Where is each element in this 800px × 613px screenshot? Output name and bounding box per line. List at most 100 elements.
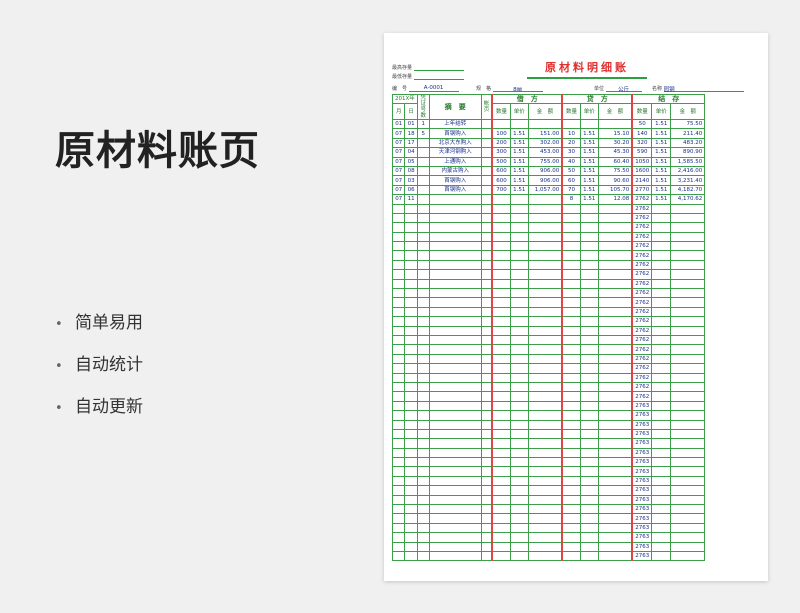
day-cell: 01 bbox=[404, 118, 418, 130]
debit-price-cell bbox=[509, 494, 529, 506]
voucher-cell bbox=[416, 372, 430, 383]
credit-amount-cell: 15.10 bbox=[597, 128, 633, 139]
page-cell bbox=[480, 334, 493, 346]
debit-qty-cell bbox=[491, 353, 511, 365]
debit-amount-cell: 453.00 bbox=[527, 147, 563, 158]
day-cell bbox=[404, 344, 418, 355]
balance-qty-cell: 1600 bbox=[631, 165, 653, 177]
month-cell bbox=[391, 259, 406, 271]
voucher-cell bbox=[416, 222, 430, 233]
balance-amount-header: 金 额 bbox=[670, 103, 706, 120]
voucher-cell bbox=[416, 513, 430, 524]
day-cell bbox=[404, 447, 418, 459]
voucher-cell: 1 bbox=[416, 118, 430, 130]
debit-qty-cell bbox=[491, 532, 511, 543]
page-cell bbox=[480, 391, 493, 402]
day-cell bbox=[404, 269, 418, 280]
ledger-row: 2763 bbox=[391, 410, 706, 421]
debit-price-cell bbox=[509, 447, 529, 459]
balance-qty-cell: 1050 bbox=[631, 156, 653, 167]
day-cell bbox=[404, 231, 418, 243]
month-header: 月 bbox=[391, 103, 406, 120]
balance-qty-cell: 2762 bbox=[631, 269, 653, 280]
month-cell: 07 bbox=[391, 165, 406, 177]
debit-qty-cell bbox=[491, 259, 511, 271]
credit-price-cell bbox=[579, 325, 599, 337]
debit-qty-cell: 600 bbox=[491, 175, 511, 186]
voucher-cell bbox=[416, 550, 430, 562]
day-cell: 11 bbox=[404, 194, 418, 205]
month-cell bbox=[391, 250, 406, 261]
summary-cell bbox=[428, 541, 482, 552]
credit-amount-cell: 90.60 bbox=[597, 175, 633, 186]
day-cell bbox=[404, 532, 418, 543]
debit-qty-cell: 500 bbox=[491, 156, 511, 167]
debit-price-cell: 1.51 bbox=[509, 128, 529, 139]
debit-price-cell bbox=[509, 353, 529, 365]
summary-cell bbox=[428, 203, 482, 214]
month-cell bbox=[391, 288, 406, 299]
credit-price-cell bbox=[579, 363, 599, 374]
debit-qty-cell: 100 bbox=[491, 128, 511, 139]
voucher-cell bbox=[416, 532, 430, 543]
balance-qty-cell: 2763 bbox=[631, 410, 653, 421]
summary-cell: 内蒙古购入 bbox=[428, 165, 482, 177]
credit-price-cell bbox=[579, 222, 599, 233]
summary-cell bbox=[428, 194, 482, 205]
page-cell bbox=[480, 522, 493, 534]
credit-price-cell bbox=[579, 288, 599, 299]
balance-qty-cell: 590 bbox=[631, 147, 653, 158]
page-cell bbox=[480, 175, 493, 186]
balance-amount-cell bbox=[670, 231, 706, 243]
debit-price-cell: 1.51 bbox=[509, 147, 529, 158]
debit-amount-cell: 151.00 bbox=[527, 128, 563, 139]
balance-price-cell bbox=[651, 494, 672, 506]
credit-amount-cell bbox=[597, 457, 633, 468]
credit-amount-cell bbox=[597, 419, 633, 430]
debit-qty-cell bbox=[491, 344, 511, 355]
voucher-cell bbox=[416, 147, 430, 158]
credit-qty-cell bbox=[561, 419, 581, 430]
balance-qty-cell: 2763 bbox=[631, 494, 653, 506]
credit-amount-cell bbox=[597, 438, 633, 449]
voucher-cell bbox=[416, 212, 430, 224]
ledger-row: 2762 bbox=[391, 353, 706, 365]
ledger-row: 2763 bbox=[391, 494, 706, 506]
balance-price-cell bbox=[651, 297, 672, 308]
balance-amount-cell bbox=[670, 325, 706, 337]
debit-amount-cell bbox=[527, 288, 563, 299]
credit-amount-cell bbox=[597, 316, 633, 327]
day-cell bbox=[404, 325, 418, 337]
credit-price-cell bbox=[579, 447, 599, 459]
balance-price-cell: 1.51 bbox=[651, 184, 672, 196]
debit-amount-cell bbox=[527, 269, 563, 280]
debit-price-cell bbox=[509, 316, 529, 327]
ledger-row: 2762 bbox=[391, 306, 706, 318]
debit-amount-cell bbox=[527, 475, 563, 487]
feature-item: • 自动统计 bbox=[55, 350, 143, 392]
credit-qty-cell bbox=[561, 513, 581, 524]
ledger-row: 07 08 内蒙古购入 600 1.51 906.00 50 1.51 75.50 1600 1.5… bbox=[391, 165, 706, 177]
debit-qty-cell bbox=[491, 269, 511, 280]
credit-price-cell bbox=[579, 250, 599, 261]
debit-price-cell bbox=[509, 344, 529, 355]
debit-price-cell bbox=[509, 391, 529, 402]
debit-amount-cell bbox=[527, 118, 563, 130]
ledger-row: 2762 bbox=[391, 288, 706, 299]
ledger-table: 201X年 凭证号数 摘 要 帐页 借 方 贷 方 结 存 月 日 数量 单价 … bbox=[391, 93, 706, 562]
debit-price-cell bbox=[509, 457, 529, 468]
balance-qty-cell: 2762 bbox=[631, 353, 653, 365]
balance-price-cell bbox=[651, 400, 672, 412]
debit-qty-cell bbox=[491, 381, 511, 393]
credit-amount-cell bbox=[597, 532, 633, 543]
credit-price-cell bbox=[579, 118, 599, 130]
page-cell bbox=[480, 494, 493, 506]
page-cell bbox=[480, 438, 493, 449]
debit-price-cell bbox=[509, 381, 529, 393]
balance-amount-cell bbox=[670, 438, 706, 449]
balance-qty-cell: 2762 bbox=[631, 297, 653, 308]
credit-amount-cell bbox=[597, 513, 633, 524]
day-cell bbox=[404, 503, 418, 515]
voucher-cell bbox=[416, 259, 430, 271]
debit-qty-cell bbox=[491, 410, 511, 421]
